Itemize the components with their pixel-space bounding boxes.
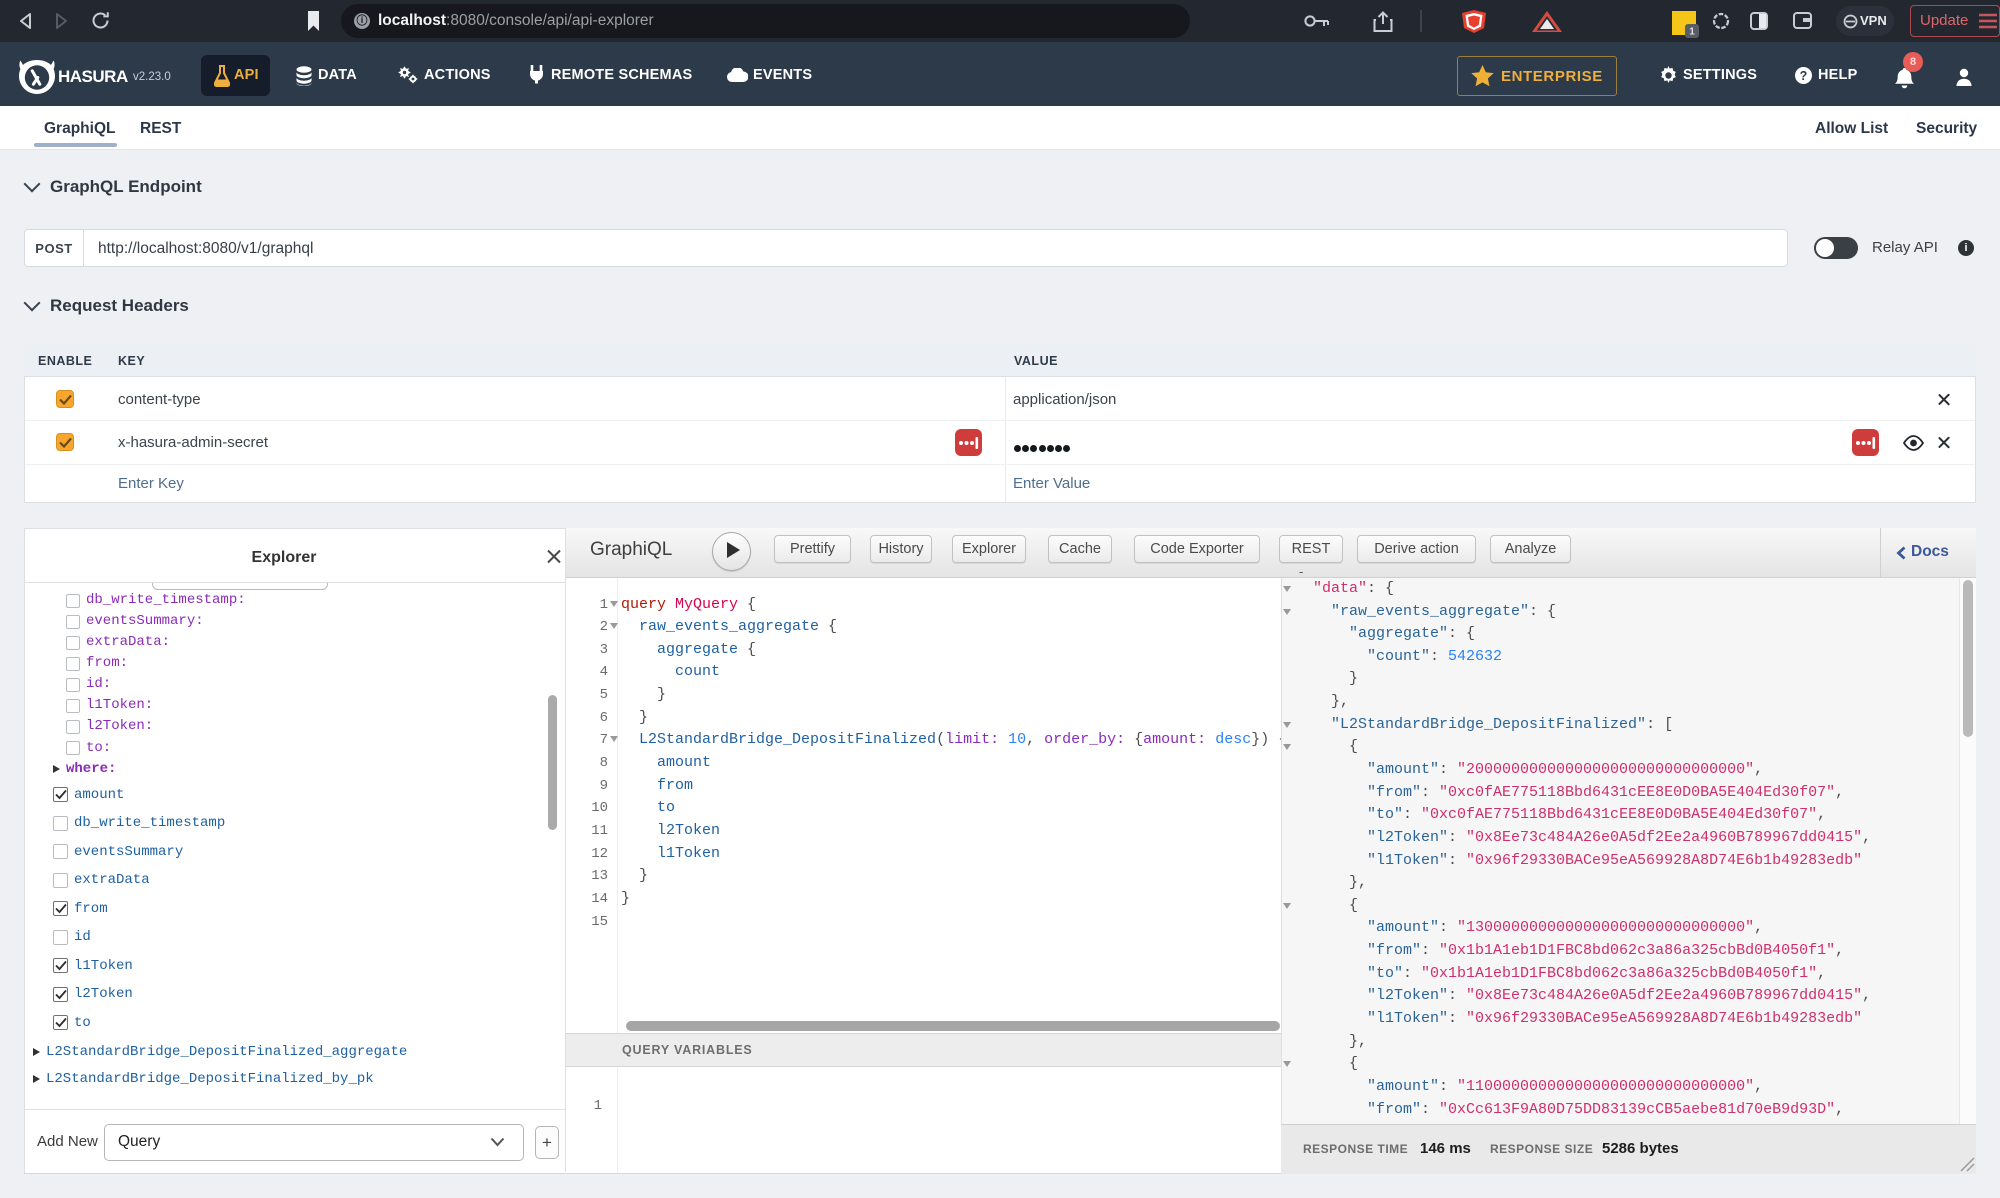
svg-text:?: ? (1800, 69, 1808, 83)
svg-text:1: 1 (1689, 27, 1695, 38)
